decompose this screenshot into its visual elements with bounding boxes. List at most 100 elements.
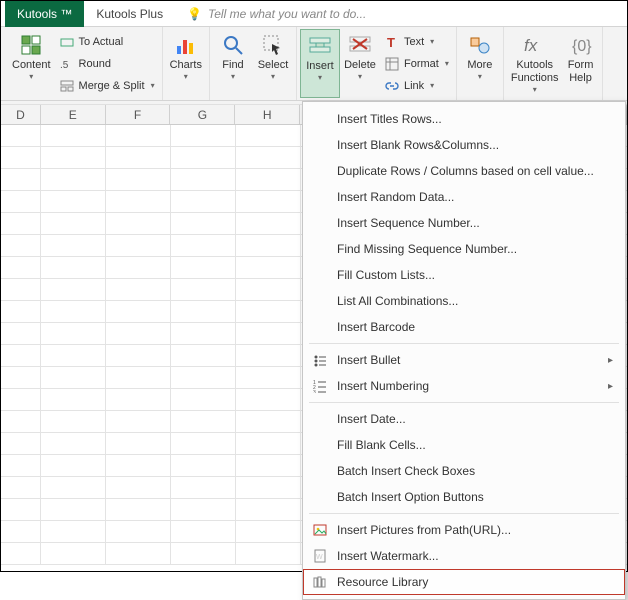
grid-cell[interactable] [171, 213, 236, 234]
grid-cell[interactable] [1, 235, 41, 256]
merge-split-button[interactable]: Merge & Split ▾ [55, 75, 159, 97]
grid-cell[interactable] [236, 367, 301, 388]
menu-item[interactable]: Insert Blank Rows&Columns... [303, 132, 625, 158]
tab-kutools[interactable]: Kutools ™ [5, 1, 84, 27]
grid-cell[interactable] [236, 433, 301, 454]
menu-item[interactable]: Insert Bullet [303, 347, 625, 373]
grid-cell[interactable] [41, 543, 106, 564]
grid-cell[interactable] [236, 543, 301, 564]
grid-cell[interactable] [236, 411, 301, 432]
grid-cell[interactable] [1, 301, 41, 322]
tell-me-search[interactable]: 💡 Tell me what you want to do... [175, 7, 366, 21]
grid-cell[interactable] [1, 279, 41, 300]
grid-cell[interactable] [106, 213, 171, 234]
grid-cell[interactable] [41, 235, 106, 256]
menu-item[interactable]: Resource Library [303, 569, 625, 595]
grid-cell[interactable] [236, 147, 301, 168]
grid-cell[interactable] [106, 433, 171, 454]
grid-cell[interactable] [106, 389, 171, 410]
grid-cell[interactable] [171, 147, 236, 168]
menu-item[interactable]: Batch Insert Check Boxes [303, 458, 625, 484]
grid-cell[interactable] [236, 521, 301, 542]
grid-cell[interactable] [1, 543, 41, 564]
menu-item[interactable]: Duplicate Rows / Columns based on cell v… [303, 158, 625, 184]
grid-cell[interactable] [106, 367, 171, 388]
menu-item[interactable]: Insert Barcode [303, 314, 625, 340]
grid-cell[interactable] [41, 213, 106, 234]
menu-item[interactable]: Insert Pictures from Path(URL)... [303, 517, 625, 543]
menu-item[interactable]: WInsert Watermark... [303, 543, 625, 569]
menu-item[interactable]: Insert Sequence Number... [303, 210, 625, 236]
grid-cell[interactable] [1, 345, 41, 366]
grid-cell[interactable] [41, 125, 106, 146]
grid-cell[interactable] [41, 521, 106, 542]
grid-cell[interactable] [236, 455, 301, 476]
grid-cell[interactable] [1, 147, 41, 168]
grid-cell[interactable] [41, 477, 106, 498]
grid-cell[interactable] [41, 389, 106, 410]
menu-item[interactable]: 123Insert Numbering [303, 373, 625, 399]
grid-cell[interactable] [41, 191, 106, 212]
grid-cell[interactable] [171, 323, 236, 344]
grid-cell[interactable] [236, 345, 301, 366]
kutools-functions-button[interactable]: fx Kutools Functions [507, 29, 563, 98]
grid-cell[interactable] [41, 345, 106, 366]
select-button[interactable]: Select [253, 29, 293, 98]
grid-cell[interactable] [171, 191, 236, 212]
grid-cell[interactable] [171, 169, 236, 190]
menu-item[interactable]: Batch Insert Option Buttons [303, 484, 625, 510]
grid-cell[interactable] [106, 301, 171, 322]
grid-cell[interactable] [41, 367, 106, 388]
grid-cell[interactable] [1, 213, 41, 234]
grid-cell[interactable] [106, 235, 171, 256]
grid-cell[interactable] [1, 521, 41, 542]
grid-cell[interactable] [171, 433, 236, 454]
col-header[interactable]: E [41, 105, 106, 124]
grid-cell[interactable] [236, 235, 301, 256]
grid-cell[interactable] [106, 521, 171, 542]
grid-cell[interactable] [171, 455, 236, 476]
grid-cell[interactable] [236, 191, 301, 212]
round-button[interactable]: .5 Round [55, 53, 159, 75]
menu-item[interactable]: Find Missing Sequence Number... [303, 236, 625, 262]
grid-cell[interactable] [171, 279, 236, 300]
grid-cell[interactable] [106, 191, 171, 212]
format-button[interactable]: Format ▾ [380, 53, 453, 75]
grid-cell[interactable] [106, 257, 171, 278]
menu-item[interactable]: Insert Date... [303, 406, 625, 432]
grid-cell[interactable] [41, 433, 106, 454]
grid-cell[interactable] [106, 477, 171, 498]
grid-cell[interactable] [1, 323, 41, 344]
find-button[interactable]: Find [213, 29, 253, 98]
grid-cell[interactable] [171, 521, 236, 542]
grid-cell[interactable] [1, 389, 41, 410]
grid-cell[interactable] [1, 499, 41, 520]
grid-cell[interactable] [106, 543, 171, 564]
grid-cell[interactable] [236, 257, 301, 278]
grid-cell[interactable] [236, 499, 301, 520]
grid-cell[interactable] [41, 455, 106, 476]
col-header[interactable]: F [106, 105, 171, 124]
charts-button[interactable]: Charts [166, 29, 206, 98]
tab-kutools-plus[interactable]: Kutools Plus [84, 1, 175, 27]
grid-cell[interactable] [106, 455, 171, 476]
grid-cell[interactable] [41, 301, 106, 322]
more-button[interactable]: More [460, 29, 500, 98]
delete-button[interactable]: Delete [340, 29, 380, 98]
grid-cell[interactable] [236, 301, 301, 322]
to-actual-button[interactable]: To Actual [55, 31, 159, 53]
grid-cell[interactable] [171, 367, 236, 388]
menu-item[interactable]: Insert Random Data... [303, 184, 625, 210]
menu-item[interactable]: Insert Titles Rows... [303, 106, 625, 132]
grid-cell[interactable] [171, 389, 236, 410]
grid-cell[interactable] [171, 125, 236, 146]
grid-cell[interactable] [106, 323, 171, 344]
grid-cell[interactable] [41, 411, 106, 432]
content-button[interactable]: Content [8, 29, 55, 98]
grid-cell[interactable] [41, 257, 106, 278]
menu-item[interactable]: Fill Custom Lists... [303, 262, 625, 288]
grid-cell[interactable] [106, 411, 171, 432]
grid-cell[interactable] [41, 499, 106, 520]
grid-cell[interactable] [106, 169, 171, 190]
grid-cell[interactable] [41, 147, 106, 168]
